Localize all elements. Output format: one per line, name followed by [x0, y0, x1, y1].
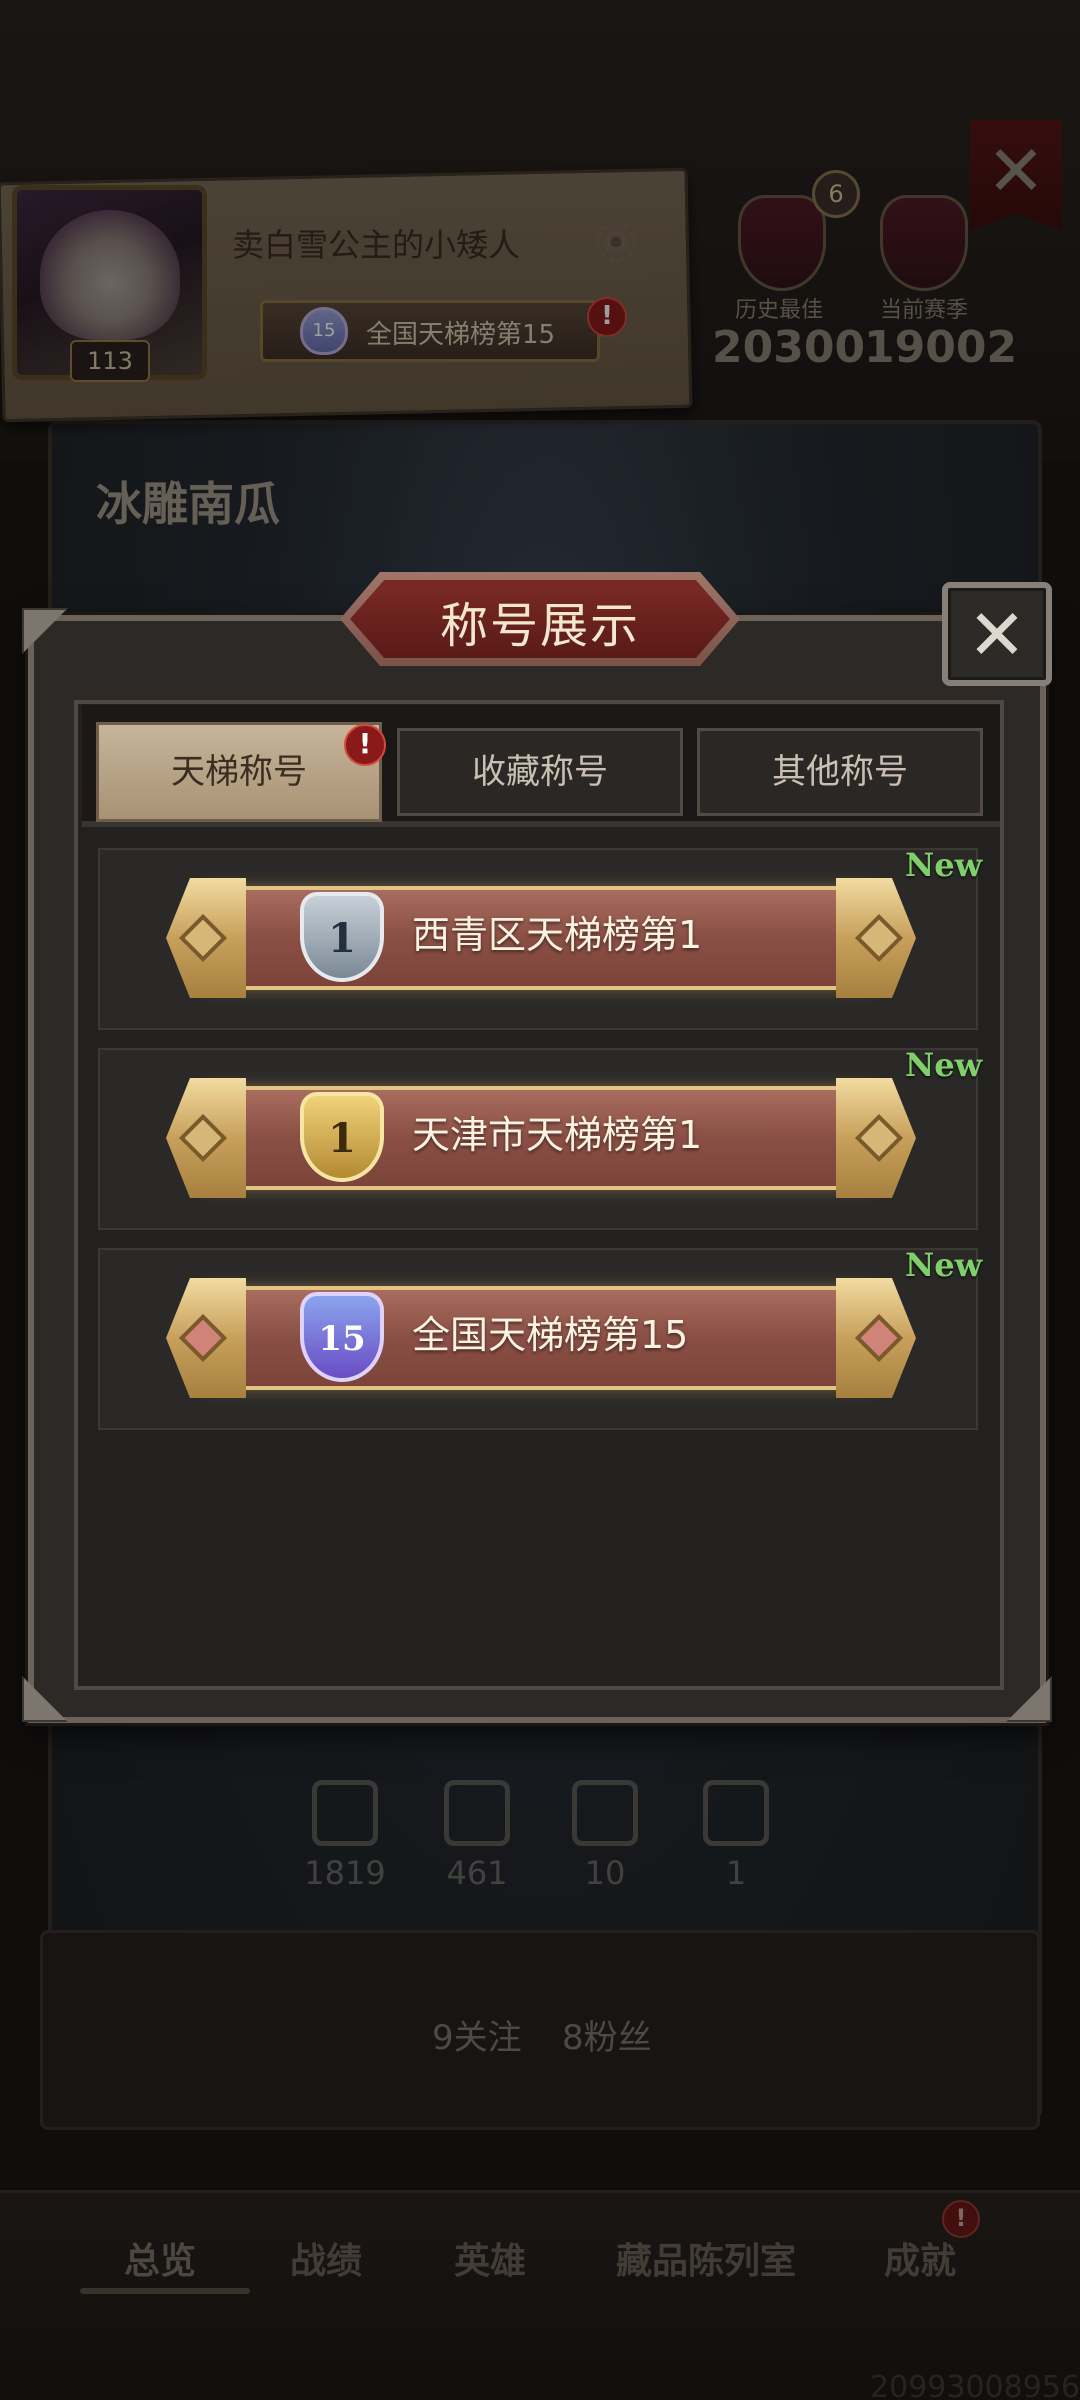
tab-other-titles[interactable]: 其他称号 [697, 728, 983, 816]
title-banner[interactable]: 1 西青区天梯榜第1 [166, 878, 916, 998]
purple-shield-icon: 15 [300, 1292, 384, 1382]
tab-ladder-titles[interactable]: 天梯称号 [96, 722, 382, 822]
title-banner[interactable]: 1 天津市天梯榜第1 [166, 1078, 916, 1198]
close-icon: ✕ [967, 594, 1027, 676]
silver-shield-icon: 1 [300, 892, 384, 982]
title-text: 天津市天梯榜第1 [412, 1113, 703, 1157]
modal-title: 称号展示 [439, 598, 640, 654]
gold-shield-icon: 1 [300, 1092, 384, 1182]
title-text: 全国天梯榜第15 [412, 1313, 689, 1357]
new-tag: New [905, 1046, 983, 1084]
title-banner[interactable]: 15 全国天梯榜第15 [166, 1278, 916, 1398]
new-tag: New [905, 846, 983, 884]
alert-badge: ! [344, 724, 386, 766]
new-tag: New [905, 1246, 983, 1284]
modal-close-button[interactable]: ✕ [942, 582, 1052, 686]
title-text: 西青区天梯榜第1 [412, 913, 703, 957]
tab-collection-titles[interactable]: 收藏称号 [397, 728, 683, 816]
